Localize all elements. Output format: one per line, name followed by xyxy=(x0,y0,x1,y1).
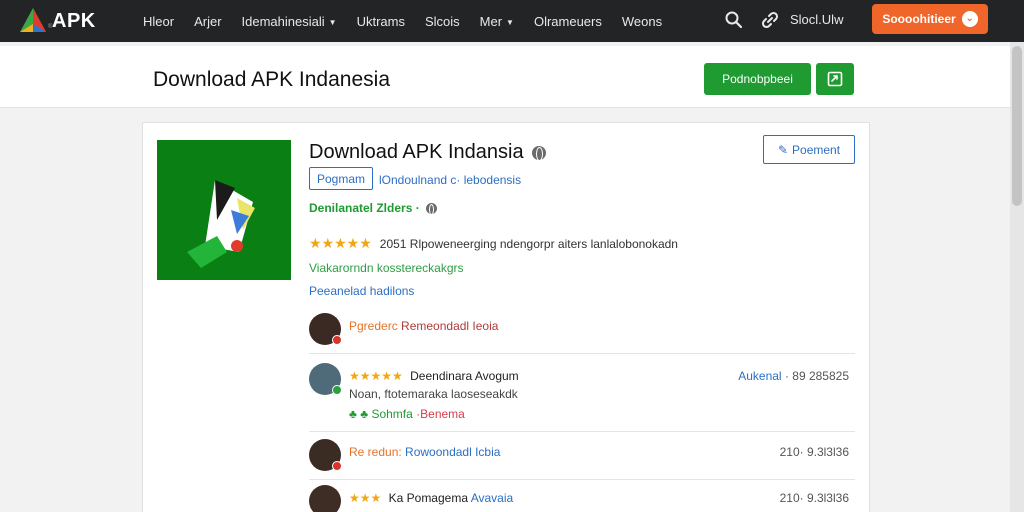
divider xyxy=(309,353,855,354)
avatar xyxy=(309,313,342,345)
review-text: Noan, ftotemaraka laoseseakdk xyxy=(349,387,518,401)
review-item[interactable]: Re redun: Rowoondadl Icbia 210· 9.3l3l36 xyxy=(309,439,855,479)
page-header: Download APK Indanesia Podnobpbeei xyxy=(0,46,1010,108)
main-nav: Hleor Arjer Idemahinesiali ▼ Uktrams Slco… xyxy=(143,0,682,42)
review-title: Remeondadl Ieoia xyxy=(401,319,499,333)
globe-icon xyxy=(425,202,437,215)
apk-app-icon xyxy=(187,180,255,268)
review-date: 210· 9.3l3l36 xyxy=(779,445,849,459)
developer-name: Denilanatel Zlders · xyxy=(309,201,420,215)
avatar xyxy=(309,439,342,471)
download-button[interactable]: Podnobpbeei xyxy=(704,63,811,95)
review-stars: ★★★ xyxy=(349,491,382,505)
avatar xyxy=(309,485,341,512)
review-date-text: · 89 285825 xyxy=(784,369,849,383)
chevron-down-icon: ▼ xyxy=(328,17,337,27)
arrow-down-icon: ⌄ xyxy=(961,11,978,27)
logo[interactable]: APK xyxy=(18,6,96,36)
upload-apk-button[interactable]: Soooohitieer ⌄ xyxy=(872,4,988,34)
link-icon[interactable] xyxy=(760,10,780,30)
search-icon[interactable] xyxy=(724,10,744,30)
review-meta-a: Sohmfa xyxy=(371,407,413,421)
status-dot xyxy=(332,461,342,471)
nav-item-updates[interactable]: Uktrams xyxy=(357,14,405,29)
report-label: Poement xyxy=(792,142,841,157)
report-button[interactable]: ✎ Poement xyxy=(763,135,855,164)
app-icon xyxy=(157,140,291,280)
app-detail-card: Download APK Indansia ✎ Poement Pogmam l… xyxy=(142,122,870,512)
logo-subtext: ® xyxy=(48,24,53,30)
flag-icon: ✎ xyxy=(777,142,789,157)
nav-item-home[interactable]: Hleor xyxy=(143,14,174,29)
signin-link[interactable]: Slocl.Ulw xyxy=(790,12,843,27)
logo-text: APK xyxy=(52,9,96,32)
nav-item-categories[interactable]: Idemahinesiali ▼ xyxy=(242,14,337,29)
review-title: Rowoondadl Icbia xyxy=(405,445,501,459)
review-item[interactable]: Pgrederc Remeondadl Ieoia xyxy=(309,313,855,353)
review-prefix: Pgrederc xyxy=(349,319,398,333)
info-green-text: Viakarorndn kosstereckakgrs xyxy=(309,261,464,275)
rating-stars: ★★★★★ xyxy=(309,235,372,251)
nav-item-news[interactable]: Weons xyxy=(622,14,662,29)
nav-item-apps[interactable]: Arjer xyxy=(194,14,221,29)
globe-icon xyxy=(531,145,546,161)
category-link[interactable]: lOndoulnand c· lebodensis xyxy=(379,173,521,187)
review-header: ★★★ Ka Pomagema Avavaia xyxy=(349,491,513,505)
review-date: Aukenal · 89 285825 xyxy=(738,369,849,383)
divider xyxy=(309,431,855,432)
apk-logo-icon xyxy=(20,8,46,32)
rating-line: ★★★★★ 2051 Rlpoweneerging ndengorpr aite… xyxy=(309,235,678,252)
nav-item-more[interactable]: Mer ▼ xyxy=(480,14,514,29)
review-meta: ♣ ♣ Sohmfa ·Benema xyxy=(349,407,465,421)
page-title: Download APK Indanesia xyxy=(153,68,390,91)
status-dot xyxy=(332,385,342,395)
nav-item-more-label: Mer xyxy=(479,13,503,29)
review-title: Avavaia xyxy=(470,491,514,505)
top-navbar: APK ® Hleor Arjer Idemahinesiali ▼ Uktram… xyxy=(0,0,1024,42)
page-scrollbar[interactable] xyxy=(1010,42,1024,512)
review-title: Deendinara Avogum xyxy=(410,369,519,383)
review-prefix: Re redun: xyxy=(349,445,402,459)
leaf-icon: ♣ ♣ xyxy=(349,407,369,421)
review-date: 210· 9.3l3l36 xyxy=(779,491,849,505)
review-stars: ★★★★★ xyxy=(349,369,403,383)
upload-apk-label: Soooohitieer xyxy=(882,12,956,26)
share-icon xyxy=(827,71,843,87)
chevron-down-icon: ▼ xyxy=(506,17,514,27)
app-title: Download APK Indansia xyxy=(309,141,546,164)
avatar xyxy=(309,363,342,395)
download-label: Podnobpbeei xyxy=(722,72,793,86)
nav-item-categories-label: Idemahinesiali xyxy=(241,13,325,29)
review-author-link[interactable]: Aukenal xyxy=(738,369,781,383)
nav-item-developers[interactable]: Olrameuers xyxy=(534,14,602,29)
scrollbar-thumb[interactable] xyxy=(1012,46,1022,206)
program-tag-button[interactable]: Pogmam xyxy=(309,167,373,190)
review-author: Ka Pomagema xyxy=(388,491,469,505)
rating-text: 2051 Rlpoweneerging ndengorpr aiters lan… xyxy=(379,236,678,251)
app-title-text: Download APK Indansia xyxy=(309,141,524,163)
review-item[interactable]: ★★★ Ka Pomagema Avavaia 210· 9.3l3l36 xyxy=(309,485,855,512)
status-dot xyxy=(332,335,342,345)
review-header: ★★★★★ Deendinara Avogum xyxy=(349,369,519,383)
developer-line[interactable]: Denilanatel Zlders · xyxy=(309,201,437,215)
nav-item-games[interactable]: Slcois xyxy=(425,14,460,29)
info-blue-link[interactable]: Peeanelad hadilons xyxy=(309,284,414,298)
share-button[interactable] xyxy=(816,63,854,95)
review-meta-b: ·Benema xyxy=(416,407,465,421)
review-header: Re redun: Rowoondadl Icbia xyxy=(349,445,500,459)
divider xyxy=(309,479,855,480)
review-header: Pgrederc Remeondadl Ieoia xyxy=(349,319,498,333)
review-item[interactable]: ★★★★★ Deendinara Avogum Noan, ftotemarak… xyxy=(309,363,855,429)
